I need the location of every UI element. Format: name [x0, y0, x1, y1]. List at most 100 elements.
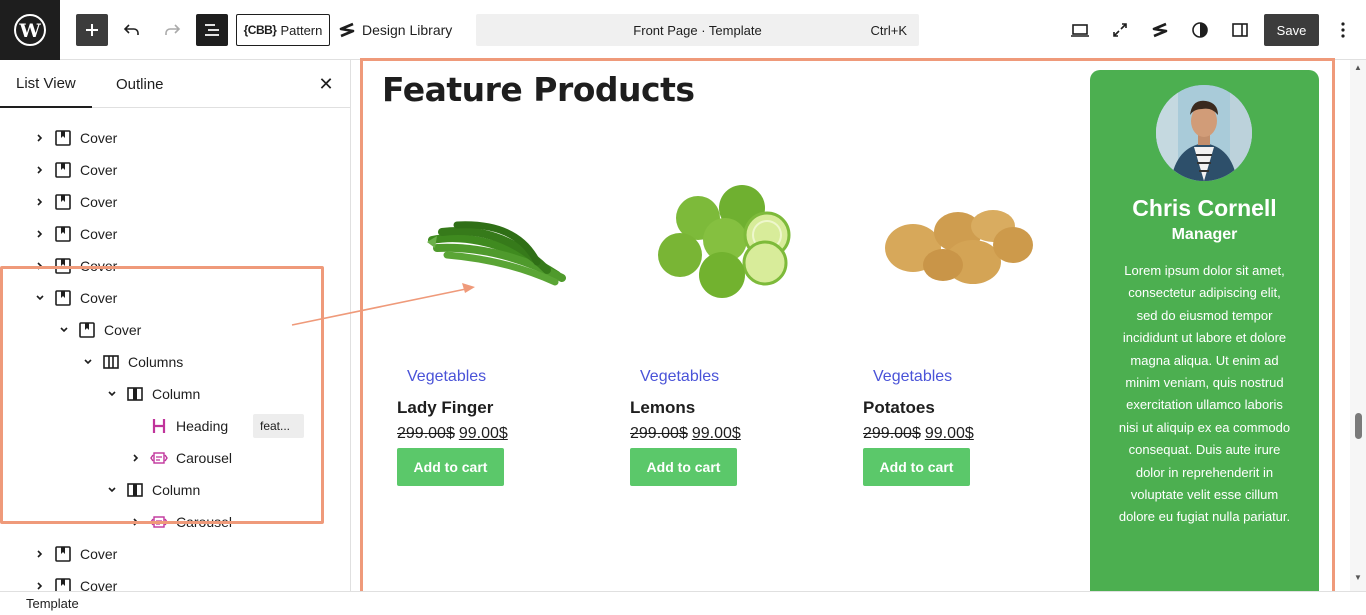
product-category[interactable]: Vegetables: [640, 368, 719, 386]
list-view-row[interactable]: Cover: [0, 282, 350, 314]
list-view-row-label: Cover: [80, 194, 118, 210]
product-name[interactable]: Potatoes: [863, 398, 935, 418]
close-icon[interactable]: ✕: [316, 74, 336, 94]
canvas-scrollbar[interactable]: ▲ ▼: [1350, 60, 1366, 591]
redo-button[interactable]: [160, 14, 184, 46]
product-price: 299.00$ 99.00$: [863, 425, 974, 443]
device-preview-button[interactable]: [1068, 14, 1092, 46]
block-inserter-button[interactable]: [76, 14, 108, 46]
list-view-row-label: Cover: [80, 226, 118, 242]
contrast-icon: [1192, 22, 1208, 38]
more-vertical-icon: [1341, 22, 1345, 38]
list-view-row-label: Column: [152, 482, 201, 498]
chevron-right-icon[interactable]: [33, 259, 47, 273]
chevron-down-icon[interactable]: [57, 323, 71, 337]
chevron-right-icon[interactable]: [33, 195, 47, 209]
list-view-row[interactable]: Cover: [0, 154, 350, 186]
save-button[interactable]: Save: [1264, 14, 1319, 46]
undo-icon: [123, 24, 139, 35]
fullscreen-button[interactable]: [1108, 14, 1132, 46]
list-view-row-label: Cover: [80, 258, 118, 274]
chevron-down-icon[interactable]: [105, 483, 119, 497]
profile-card[interactable]: Chris Cornell Manager Lorem ipsum dolor …: [1090, 70, 1319, 591]
list-view-row[interactable]: Cover: [0, 250, 350, 282]
options-menu-button[interactable]: [1331, 14, 1355, 46]
sidebar-icon: [1232, 23, 1248, 37]
list-view-row-label: Cover: [80, 130, 118, 146]
profile-role[interactable]: Manager: [1090, 226, 1319, 244]
okra-image: [397, 140, 607, 350]
wordpress-logo-icon[interactable]: W: [0, 0, 60, 60]
cbb-pattern-button[interactable]: {CBB} Pattern: [236, 14, 330, 46]
list-view-row[interactable]: Column: [0, 474, 350, 506]
profile-name[interactable]: Chris Cornell: [1090, 195, 1319, 222]
tab-list-view[interactable]: List View: [0, 60, 92, 108]
new-price: 99.00$: [458, 425, 508, 442]
section-heading[interactable]: Feature Products: [382, 70, 695, 109]
add-to-cart-button[interactable]: Add to cart: [863, 448, 970, 486]
stackable-icon: [1152, 22, 1168, 38]
potatoes-image: [863, 140, 1073, 350]
design-library-label: Design Library: [362, 22, 453, 38]
carousel-block-icon: [150, 449, 168, 467]
stackable-icon: [339, 22, 355, 38]
styles-button[interactable]: [1188, 14, 1212, 46]
add-to-cart-button[interactable]: Add to cart: [630, 448, 737, 486]
old-price: 299.00$: [863, 425, 921, 442]
list-view-row-label: Cover: [80, 290, 118, 306]
undo-button[interactable]: [120, 14, 144, 46]
list-view-row[interactable]: Columns: [0, 346, 350, 378]
list-view-row-label: Column: [152, 386, 201, 402]
command-palette-bar[interactable]: Front Page · Template Ctrl+K: [476, 14, 919, 46]
stackable-settings-button[interactable]: [1148, 14, 1172, 46]
chevron-right-icon[interactable]: [33, 163, 47, 177]
chevron-right-icon[interactable]: [33, 227, 47, 241]
list-view-row[interactable]: Cover: [0, 186, 350, 218]
product-name[interactable]: Lemons: [630, 398, 695, 418]
document-overview-button[interactable]: [196, 14, 228, 46]
list-view-row[interactable]: Carousel: [0, 442, 350, 474]
new-price: 99.00$: [691, 425, 741, 442]
cover-block-icon: [54, 289, 72, 307]
product-name[interactable]: Lady Finger: [397, 398, 493, 418]
list-view-row[interactable]: Cover: [0, 314, 350, 346]
list-view-row[interactable]: Carousel: [0, 506, 350, 538]
chevron-down-icon[interactable]: [105, 387, 119, 401]
chevron-down-icon[interactable]: [81, 355, 95, 369]
chevron-right-icon[interactable]: [129, 451, 143, 465]
chevron-right-icon[interactable]: [129, 515, 143, 529]
scroll-down-icon[interactable]: ▼: [1354, 573, 1362, 582]
shortcut-hint: Ctrl+K: [870, 23, 907, 38]
add-to-cart-button[interactable]: Add to cart: [397, 448, 504, 486]
chevron-right-icon[interactable]: [33, 131, 47, 145]
settings-sidebar-button[interactable]: [1228, 14, 1252, 46]
breadcrumb-item-template[interactable]: Template: [26, 596, 79, 611]
carousel-block-icon: [150, 513, 168, 531]
scroll-up-icon[interactable]: ▲: [1354, 63, 1362, 72]
list-view-row-label: Columns: [128, 354, 184, 370]
product-price: 299.00$ 99.00$: [397, 425, 508, 443]
list-view-row[interactable]: Column: [0, 378, 350, 410]
list-view-row[interactable]: Heading feat...: [0, 410, 350, 442]
list-view-row[interactable]: Cover: [0, 122, 350, 154]
column-block-icon: [126, 385, 144, 403]
list-view-row[interactable]: Cover: [0, 218, 350, 250]
cbb-logo-icon: {CBB}: [243, 23, 277, 37]
scrollbar-thumb[interactable]: [1355, 413, 1362, 439]
design-library-button[interactable]: Design Library: [338, 14, 452, 46]
chevron-right-icon[interactable]: [33, 547, 47, 561]
list-view-row[interactable]: Cover: [0, 538, 350, 570]
list-view-row-label: Cover: [80, 546, 118, 562]
cover-block-icon: [54, 225, 72, 243]
list-view-sidebar: List View Outline ✕ Cover Cover Cover Cover…: [0, 60, 351, 594]
product-category[interactable]: Vegetables: [407, 368, 486, 386]
redo-icon: [165, 24, 181, 35]
product-category[interactable]: Vegetables: [873, 368, 952, 386]
profile-bio[interactable]: Lorem ipsum dolor sit amet, consectetur …: [1116, 260, 1293, 529]
cover-block-icon: [54, 193, 72, 211]
chevron-down-icon[interactable]: [33, 291, 47, 305]
document-title: Front Page · Template: [633, 23, 762, 38]
list-view-row-label: Heading: [176, 418, 229, 434]
tab-outline[interactable]: Outline: [100, 60, 180, 108]
breadcrumb: Template: [0, 591, 1366, 615]
